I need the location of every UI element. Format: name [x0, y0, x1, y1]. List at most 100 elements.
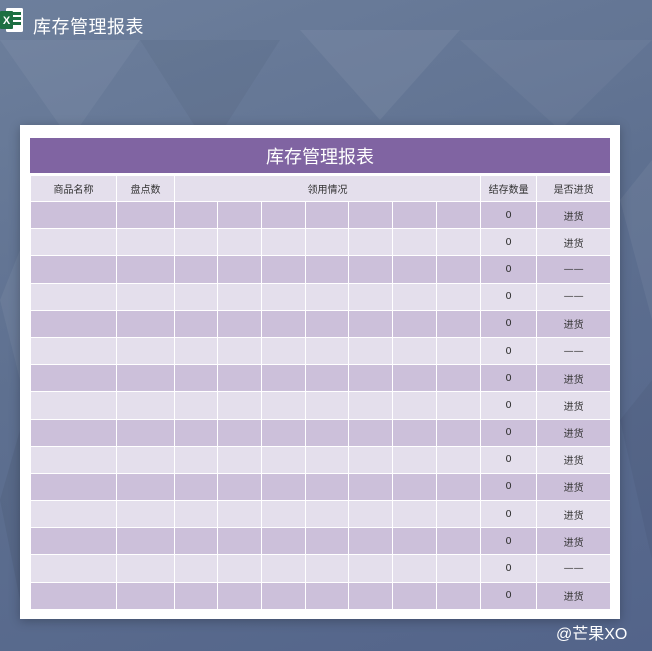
- empty-cell[interactable]: [348, 527, 393, 556]
- stock-qty-cell[interactable]: 0: [480, 336, 538, 366]
- empty-cell[interactable]: [30, 228, 117, 257]
- stock-qty-cell[interactable]: 0: [480, 445, 538, 474]
- stock-qty-cell[interactable]: 0: [480, 391, 538, 420]
- empty-cell[interactable]: [261, 472, 306, 502]
- restock-cell[interactable]: ——: [536, 336, 612, 366]
- empty-cell[interactable]: [435, 200, 482, 230]
- empty-cell[interactable]: [174, 500, 218, 529]
- empty-cell[interactable]: [348, 581, 393, 610]
- empty-cell[interactable]: [30, 581, 117, 610]
- empty-cell[interactable]: [392, 472, 437, 502]
- empty-cell[interactable]: [348, 445, 393, 474]
- empty-cell[interactable]: [30, 527, 117, 556]
- empty-cell[interactable]: [305, 255, 349, 284]
- empty-cell[interactable]: [116, 282, 175, 311]
- stock-qty-cell[interactable]: 0: [480, 581, 538, 610]
- empty-cell[interactable]: [435, 255, 482, 284]
- empty-cell[interactable]: [30, 472, 117, 502]
- empty-cell[interactable]: [30, 364, 117, 393]
- empty-cell[interactable]: [217, 418, 262, 447]
- empty-cell[interactable]: [261, 581, 306, 610]
- empty-cell[interactable]: [305, 500, 349, 529]
- empty-cell[interactable]: [348, 500, 393, 529]
- empty-cell[interactable]: [392, 500, 437, 529]
- empty-cell[interactable]: [116, 336, 175, 366]
- empty-cell[interactable]: [116, 472, 175, 502]
- empty-cell[interactable]: [30, 282, 117, 311]
- stock-qty-cell[interactable]: 0: [480, 255, 538, 284]
- restock-cell[interactable]: 进货: [536, 445, 612, 474]
- empty-cell[interactable]: [116, 228, 175, 257]
- empty-cell[interactable]: [261, 418, 306, 447]
- empty-cell[interactable]: [174, 391, 218, 420]
- empty-cell[interactable]: [30, 554, 117, 583]
- empty-cell[interactable]: [435, 445, 482, 474]
- empty-cell[interactable]: [217, 445, 262, 474]
- empty-cell[interactable]: [174, 364, 218, 393]
- empty-cell[interactable]: [305, 282, 349, 311]
- empty-cell[interactable]: [348, 282, 393, 311]
- empty-cell[interactable]: [261, 445, 306, 474]
- empty-cell[interactable]: [305, 200, 349, 230]
- empty-cell[interactable]: [30, 418, 117, 447]
- empty-cell[interactable]: [348, 391, 393, 420]
- empty-cell[interactable]: [116, 581, 175, 610]
- restock-cell[interactable]: 进货: [536, 581, 612, 610]
- empty-cell[interactable]: [116, 255, 175, 284]
- empty-cell[interactable]: [348, 255, 393, 284]
- empty-cell[interactable]: [174, 282, 218, 311]
- stock-qty-cell[interactable]: 0: [480, 228, 538, 257]
- empty-cell[interactable]: [305, 581, 349, 610]
- empty-cell[interactable]: [174, 255, 218, 284]
- empty-cell[interactable]: [217, 472, 262, 502]
- empty-cell[interactable]: [30, 500, 117, 529]
- empty-cell[interactable]: [392, 228, 437, 257]
- empty-cell[interactable]: [348, 418, 393, 447]
- empty-cell[interactable]: [30, 255, 117, 284]
- empty-cell[interactable]: [116, 200, 175, 230]
- stock-qty-cell[interactable]: 0: [480, 527, 538, 556]
- empty-cell[interactable]: [116, 527, 175, 556]
- empty-cell[interactable]: [305, 554, 349, 583]
- empty-cell[interactable]: [392, 255, 437, 284]
- empty-cell[interactable]: [217, 391, 262, 420]
- empty-cell[interactable]: [348, 472, 393, 502]
- restock-cell[interactable]: ——: [536, 282, 612, 311]
- restock-cell[interactable]: 进货: [536, 500, 612, 529]
- empty-cell[interactable]: [305, 228, 349, 257]
- empty-cell[interactable]: [217, 228, 262, 257]
- empty-cell[interactable]: [174, 200, 218, 230]
- empty-cell[interactable]: [435, 391, 482, 420]
- empty-cell[interactable]: [435, 554, 482, 583]
- empty-cell[interactable]: [435, 500, 482, 529]
- empty-cell[interactable]: [435, 472, 482, 502]
- empty-cell[interactable]: [174, 554, 218, 583]
- empty-cell[interactable]: [174, 228, 218, 257]
- stock-qty-cell[interactable]: 0: [480, 500, 538, 529]
- empty-cell[interactable]: [174, 581, 218, 610]
- restock-cell[interactable]: 进货: [536, 472, 612, 502]
- empty-cell[interactable]: [305, 418, 349, 447]
- empty-cell[interactable]: [261, 255, 306, 284]
- header-count[interactable]: 盘点数: [116, 175, 175, 202]
- stock-qty-cell[interactable]: 0: [480, 472, 538, 502]
- empty-cell[interactable]: [217, 581, 262, 610]
- empty-cell[interactable]: [435, 336, 482, 366]
- empty-cell[interactable]: [217, 255, 262, 284]
- header-restock[interactable]: 是否进货: [536, 175, 612, 202]
- empty-cell[interactable]: [217, 282, 262, 311]
- empty-cell[interactable]: [392, 554, 437, 583]
- restock-cell[interactable]: 进货: [536, 418, 612, 447]
- empty-cell[interactable]: [217, 200, 262, 230]
- empty-cell[interactable]: [174, 309, 218, 338]
- restock-cell[interactable]: 进货: [536, 527, 612, 556]
- restock-cell[interactable]: 进货: [536, 228, 612, 257]
- empty-cell[interactable]: [435, 418, 482, 447]
- empty-cell[interactable]: [116, 418, 175, 447]
- empty-cell[interactable]: [392, 200, 437, 230]
- empty-cell[interactable]: [174, 336, 218, 366]
- restock-cell[interactable]: ——: [536, 255, 612, 284]
- stock-qty-cell[interactable]: 0: [480, 418, 538, 447]
- empty-cell[interactable]: [305, 391, 349, 420]
- empty-cell[interactable]: [261, 200, 306, 230]
